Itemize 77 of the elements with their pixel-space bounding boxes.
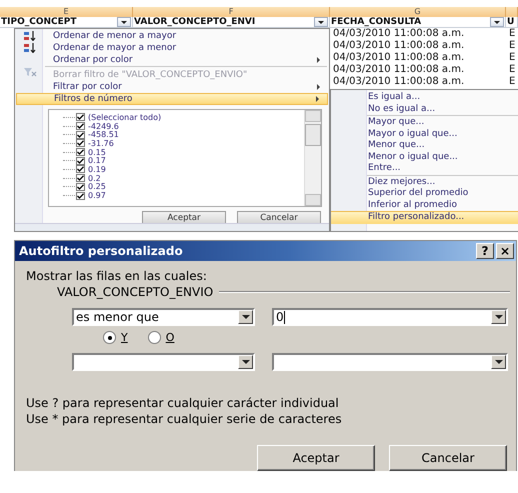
cancel-button[interactable]: Cancelar	[237, 211, 321, 224]
close-button[interactable]: ×	[496, 243, 514, 259]
column-header: U	[506, 17, 516, 27]
menu-item[interactable]: Entre...	[331, 163, 518, 174]
value-label: 0.15	[88, 148, 106, 157]
menu-item[interactable]: Mayor o igual que...	[331, 128, 518, 140]
window-title: Autofiltro personalizado	[19, 244, 184, 258]
table-cell: 04/03/2010 11:00:08 a.m.	[333, 40, 464, 51]
checkbox[interactable]	[76, 148, 85, 156]
menu-item[interactable]: Diez mejores...	[331, 174, 518, 188]
checkbox[interactable]	[76, 122, 85, 130]
sort-icon	[23, 43, 37, 53]
table-cell: 04/03/2010 11:00:08 a.m.	[333, 52, 464, 63]
menu-item[interactable]: Filtros de número	[16, 93, 328, 105]
value-dropdown[interactable]: 0	[272, 308, 508, 326]
value-label: -4249.6	[88, 122, 119, 131]
hint-text: Use * para representar cualquier serie de caracteres	[26, 411, 343, 427]
menu-item[interactable]: Ordenar de mayor a menor	[16, 42, 328, 54]
column-header: TIPO_CONCEPT	[0, 17, 78, 27]
table-cell: 04/03/2010 11:00:08 a.m.	[333, 28, 464, 39]
menu-item[interactable]: Ordenar de menor a mayor	[16, 30, 328, 42]
filter-dropdown-button[interactable]	[117, 17, 131, 27]
operator-dropdown[interactable]	[72, 353, 255, 371]
column-letter-header[interactable]: E	[0, 7, 133, 17]
table-cell: 04/03/2010 11:00:08 a.m.	[333, 64, 464, 75]
checkbox[interactable]	[76, 165, 85, 174]
value-label: -458.51	[88, 130, 119, 140]
filter-dropdown-button[interactable]	[314, 17, 328, 27]
menu-item[interactable]: Menor o igual que...	[331, 152, 518, 163]
value-label: (Seleccionar todo)	[88, 112, 162, 122]
table-cell: E	[509, 28, 516, 39]
submenu-arrow-icon	[317, 57, 320, 63]
value-label: 0.2	[88, 174, 101, 183]
operator-dropdown[interactable]: es menor que	[72, 308, 255, 326]
checkbox[interactable]	[76, 139, 85, 148]
clear-filter-icon	[23, 67, 37, 77]
menu-item[interactable]: Ordenar por color	[16, 54, 328, 66]
checkbox[interactable]	[76, 113, 85, 122]
menu-item[interactable]: Filtro personalizado...	[331, 211, 518, 224]
checkbox[interactable]	[76, 130, 85, 139]
cancel-button[interactable]: Cancelar	[389, 445, 507, 471]
help-button[interactable]: ?	[476, 243, 494, 259]
table-cell: E	[509, 76, 516, 87]
field-name: VALOR_CONCEPTO_ENVIO	[57, 285, 214, 299]
value-label: 0.19	[88, 164, 106, 174]
checkbox[interactable]	[76, 156, 85, 165]
menu-item[interactable]: No es igual a...	[331, 104, 518, 115]
checkbox[interactable]	[76, 182, 85, 191]
value-label: 0.17	[88, 156, 106, 166]
sort-icon	[23, 31, 37, 41]
table-cell: 04/03/2010 11:00:08 a.m.	[333, 76, 464, 87]
menu-item[interactable]: Inferior al promedio	[331, 200, 518, 211]
menu-item[interactable]: Superior del promedio	[331, 188, 518, 200]
menu-item[interactable]: Filtrar por color	[16, 81, 328, 93]
hint-text: Use ? para representar cualquier carácter individual	[26, 395, 340, 411]
checkbox[interactable]	[76, 192, 85, 200]
value-label: 0.97	[88, 191, 106, 200]
value-label: -31.76	[88, 138, 114, 148]
menu-item[interactable]: Menor que...	[331, 140, 518, 152]
table-cell: E	[509, 40, 516, 51]
table-cell: E	[509, 64, 516, 75]
instruction-text: Mostrar las filas en las cuales:	[26, 269, 208, 283]
menu-item[interactable]: Mayor que...	[331, 115, 518, 128]
value-label: 0.25	[88, 182, 106, 192]
table-cell: E	[509, 52, 516, 63]
ok-button[interactable]: Aceptar	[142, 211, 226, 224]
column-header: VALOR_CONCEPTO_ENVI	[133, 17, 256, 27]
value-dropdown[interactable]	[272, 353, 508, 371]
column-letter-header[interactable]: G	[330, 7, 506, 17]
ok-button[interactable]: Aceptar	[257, 445, 375, 471]
column-header: FECHA_CONSULTA	[330, 17, 422, 27]
column-letter-header[interactable]: F	[133, 7, 330, 17]
menu-item[interactable]: Es igual a...	[331, 92, 518, 104]
filter-dropdown-button[interactable]	[490, 17, 504, 27]
scrollbar[interactable]	[304, 110, 321, 206]
checkbox[interactable]	[76, 174, 85, 182]
resize-grip-bar[interactable]	[15, 223, 329, 231]
